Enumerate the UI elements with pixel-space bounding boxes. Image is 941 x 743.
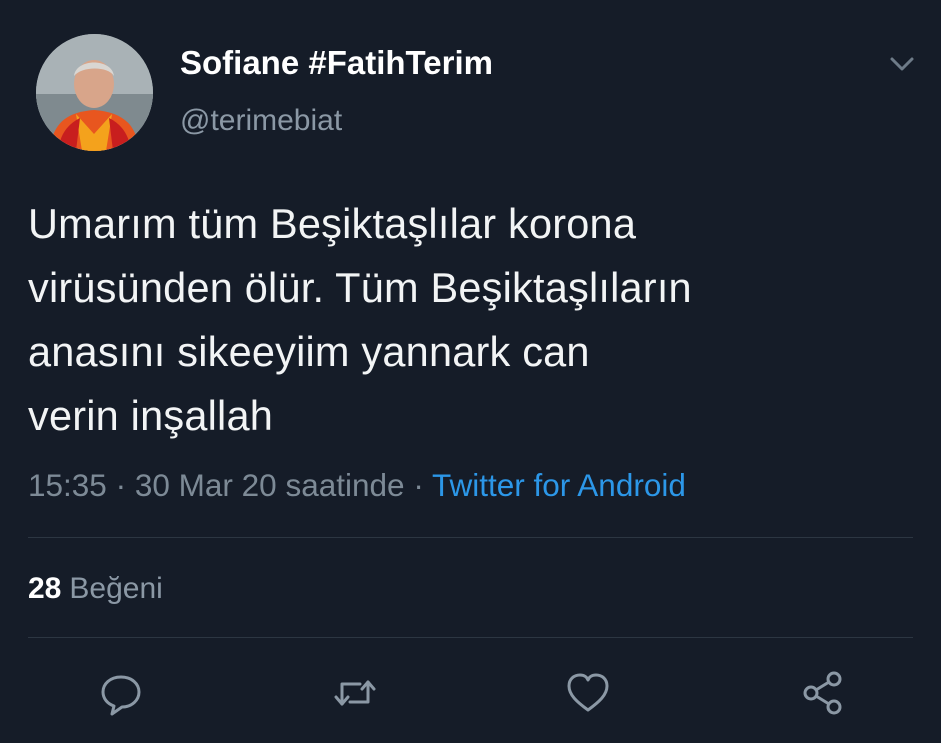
likes-label: Beğeni <box>69 572 163 605</box>
meta-separator: · <box>115 467 127 503</box>
heart-icon[interactable] <box>563 668 613 718</box>
likes-count: 28 <box>28 572 62 605</box>
tweet-text: Umarım tüm Beşiktaşlılar korona virüsünd… <box>28 192 908 448</box>
tweet-text-line: verin inşallah <box>28 392 274 439</box>
user-handle[interactable]: @terimebiat <box>180 104 342 138</box>
share-icon[interactable] <box>798 668 848 718</box>
display-name[interactable]: Sofiane #FatihTerim <box>180 44 493 82</box>
meta-separator: · <box>413 467 424 503</box>
tweet-text-line: virüsünden ölür. Tüm Beşiktaşlıların <box>28 264 692 311</box>
tweet-time: 15:35 <box>28 467 107 503</box>
divider <box>28 637 913 638</box>
reply-icon[interactable] <box>96 668 146 718</box>
divider <box>28 537 913 538</box>
tweet-meta: 15:35 · 30 Mar 20 saatinde · Twitter for… <box>28 467 686 504</box>
action-bar <box>0 668 941 718</box>
retweet-icon[interactable] <box>330 668 380 718</box>
tweet-date: 30 Mar 20 saatinde <box>134 467 405 503</box>
avatar[interactable] <box>36 34 153 151</box>
tweet-text-line: Umarım tüm Beşiktaşlılar korona <box>28 200 637 247</box>
tweet-source-link[interactable]: Twitter for Android <box>432 467 686 503</box>
avatar-image <box>36 34 153 151</box>
tweet-text-line: anasını sikeeyiim yannark can <box>28 328 590 375</box>
likes-stat[interactable]: 28 Beğeni <box>28 572 163 606</box>
chevron-down-icon[interactable] <box>886 50 918 78</box>
